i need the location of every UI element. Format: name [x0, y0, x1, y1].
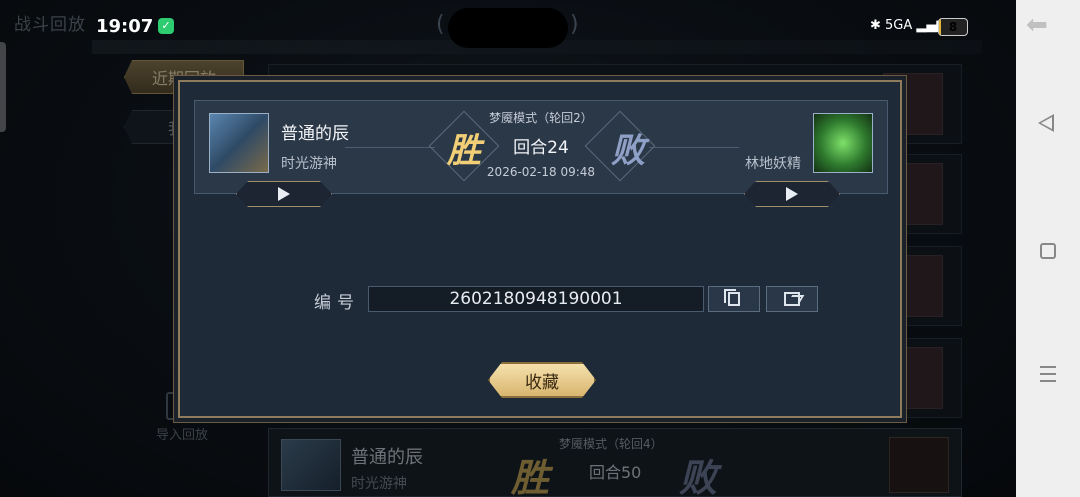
play-icon: [786, 187, 798, 201]
id-label: 编号: [314, 293, 360, 313]
battery-icon: 8: [938, 18, 968, 36]
back-icon[interactable]: [1038, 114, 1054, 132]
copy-icon: [724, 289, 740, 306]
mode-label: 梦魇模式（轮回2）: [489, 111, 593, 125]
menu-icon[interactable]: [1040, 366, 1056, 382]
left-play-button[interactable]: [236, 181, 332, 207]
replay-id-field[interactable]: 2602180948190001: [368, 286, 704, 312]
play-icon: [278, 187, 290, 201]
replay-detail-dialog: 普通的辰 时光游神 胜 败 梦魇模式（轮回2） 回合24 2026-02-18 …: [178, 80, 902, 418]
right-play-button[interactable]: [744, 181, 840, 207]
back-arrow-icon[interactable]: ⬅: [1026, 10, 1048, 40]
status-clock: 19:07: [96, 16, 154, 37]
game-screen: 战斗回放 近期回放 我的 导入回放 普通的辰 时光游神 梦魇模式（轮回4） 胜 …: [0, 0, 1016, 497]
signal-icon: ✱ 5GA ▂▄▆: [870, 18, 947, 33]
match-header: 普通的辰 时光游神 胜 败 梦魇模式（轮回2） 回合24 2026-02-18 …: [194, 100, 888, 194]
signal-label: 5GA: [885, 18, 913, 33]
camera-cutout: [448, 8, 568, 48]
status-bar: 19:07 ✓ ( ) ✱ 5GA ▂▄▆ 8: [0, 0, 1016, 48]
favorite-button[interactable]: 收藏: [488, 362, 596, 398]
home-icon[interactable]: [1040, 243, 1056, 259]
share-button[interactable]: [766, 286, 818, 312]
share-icon: [784, 292, 800, 306]
shield-icon: ✓: [158, 18, 174, 34]
battery-level: 8: [948, 20, 958, 34]
bracket-left-icon: (: [436, 12, 445, 37]
copy-button[interactable]: [708, 286, 760, 312]
bracket-right-icon: ): [570, 12, 579, 37]
right-player-title: 林地妖精: [745, 156, 801, 172]
right-player-avatar[interactable]: [813, 113, 873, 173]
